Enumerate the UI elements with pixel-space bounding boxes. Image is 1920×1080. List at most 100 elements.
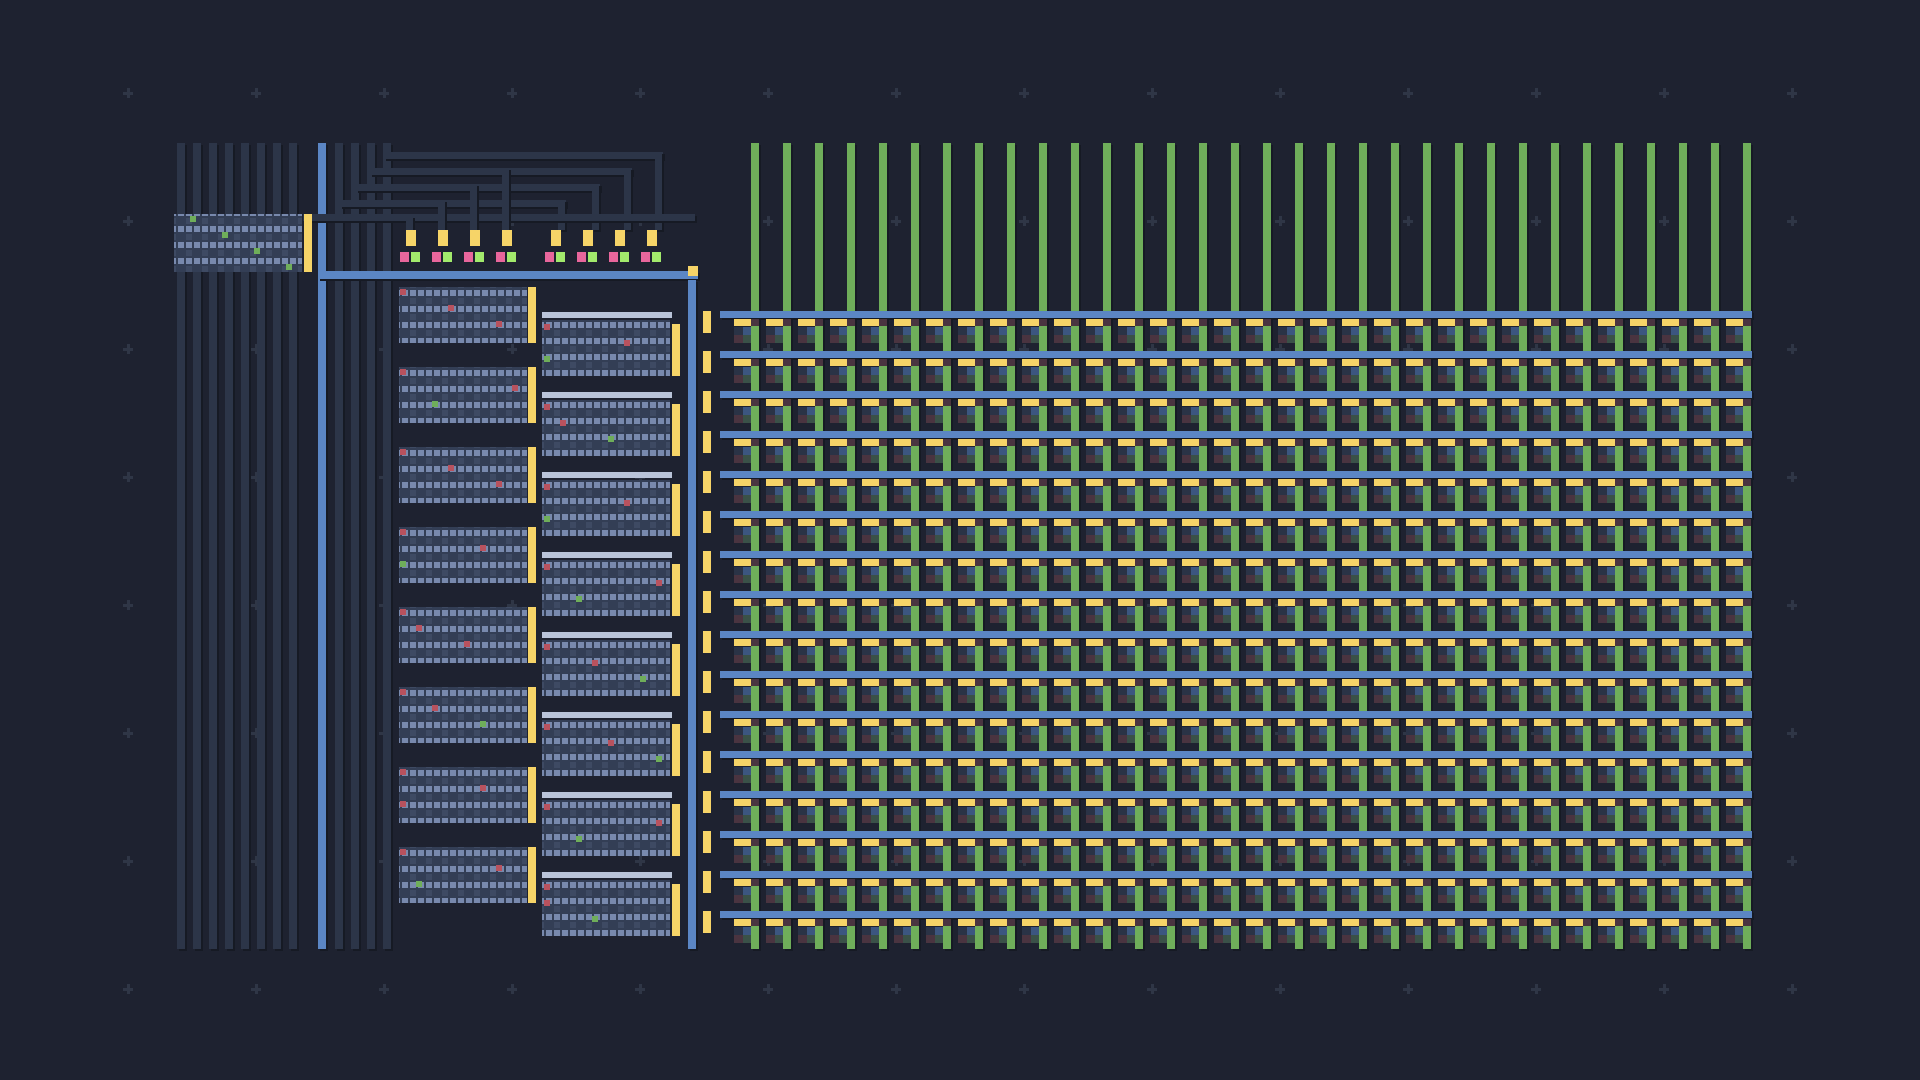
row-select-wire[interactable] [720, 631, 1752, 638]
data-column-wire[interactable] [879, 143, 887, 949]
memory-latch-b[interactable] [672, 564, 680, 616]
row-latch[interactable] [703, 671, 711, 693]
row-select-wire[interactable] [720, 431, 1752, 438]
row-select-wire[interactable] [720, 311, 1752, 318]
memory-block-a[interactable] [399, 527, 527, 583]
row-select-wire[interactable] [720, 671, 1752, 678]
row-select-wire[interactable] [720, 591, 1752, 598]
selector-switch[interactable] [583, 230, 593, 246]
row-latch[interactable] [703, 311, 711, 333]
row-latch[interactable] [703, 431, 711, 453]
routing-trunk[interactable] [303, 214, 695, 221]
bus-horizontal[interactable] [318, 271, 698, 279]
memory-latch-a[interactable] [528, 687, 536, 743]
data-column-wire[interactable] [1391, 143, 1399, 949]
data-column-wire[interactable] [751, 143, 759, 949]
row-latch[interactable] [703, 711, 711, 733]
selector-switch[interactable] [551, 230, 561, 246]
row-select-wire[interactable] [720, 911, 1752, 918]
address-wire[interactable] [367, 143, 375, 949]
routing-wire[interactable] [370, 168, 632, 175]
data-column-wire[interactable] [1487, 143, 1495, 949]
data-column-wire[interactable] [783, 143, 791, 949]
row-latch[interactable] [703, 551, 711, 573]
data-column-wire[interactable] [1583, 143, 1591, 949]
memory-latch-a[interactable] [528, 447, 536, 503]
row-select-wire[interactable] [720, 391, 1752, 398]
memory-latch-b[interactable] [672, 804, 680, 856]
row-latch[interactable] [703, 791, 711, 813]
memory-latch-b[interactable] [672, 404, 680, 456]
data-column-wire[interactable] [1071, 143, 1079, 949]
memory-block-a[interactable] [399, 367, 527, 423]
bus-vertical-left[interactable] [318, 143, 326, 949]
memory-block-a[interactable] [399, 847, 527, 903]
row-select-wire[interactable] [720, 831, 1752, 838]
row-select-wire[interactable] [720, 551, 1752, 558]
memory-block-a[interactable] [399, 287, 527, 343]
selector-switch[interactable] [615, 230, 625, 246]
row-select-wire[interactable] [720, 791, 1752, 798]
circuit-board[interactable] [0, 0, 1920, 1080]
routing-drop[interactable] [592, 184, 599, 230]
data-column-wire[interactable] [1679, 143, 1687, 949]
row-latch[interactable] [703, 511, 711, 533]
memory-latch-a[interactable] [528, 287, 536, 343]
data-column-wire[interactable] [1423, 143, 1431, 949]
row-select-wire[interactable] [720, 751, 1752, 758]
data-column-wire[interactable] [1711, 143, 1719, 949]
routing-drop[interactable] [406, 216, 413, 230]
data-column-wire[interactable] [1103, 143, 1111, 949]
data-column-wire[interactable] [1519, 143, 1527, 949]
register-latch[interactable] [304, 214, 312, 272]
memory-latch-b[interactable] [672, 724, 680, 776]
row-select-wire[interactable] [720, 511, 1752, 518]
data-column-wire[interactable] [1743, 143, 1751, 949]
data-column-wire[interactable] [1647, 143, 1655, 949]
row-latch[interactable] [703, 911, 711, 933]
selector-switch[interactable] [438, 230, 448, 246]
memory-block-b[interactable] [542, 640, 670, 696]
data-column-wire[interactable] [911, 143, 919, 949]
selector-switch[interactable] [647, 230, 657, 246]
memory-latch-a[interactable] [528, 847, 536, 903]
routing-drop[interactable] [470, 184, 477, 230]
data-column-wire[interactable] [1135, 143, 1143, 949]
address-wire[interactable] [335, 143, 343, 949]
data-column-wire[interactable] [1327, 143, 1335, 949]
memory-latch-a[interactable] [528, 767, 536, 823]
data-column-wire[interactable] [1455, 143, 1463, 949]
memory-block-b[interactable] [542, 720, 670, 776]
selector-switch[interactable] [470, 230, 480, 246]
row-latch[interactable] [703, 391, 711, 413]
data-column-wire[interactable] [1263, 143, 1271, 949]
memory-latch-b[interactable] [672, 884, 680, 936]
routing-wire[interactable] [384, 152, 663, 159]
data-column-wire[interactable] [1199, 143, 1207, 949]
memory-block-a[interactable] [399, 607, 527, 663]
memory-latch-b[interactable] [672, 644, 680, 696]
data-column-wire[interactable] [847, 143, 855, 949]
input-register[interactable] [174, 214, 302, 272]
data-column-wire[interactable] [1231, 143, 1239, 949]
memory-latch-a[interactable] [528, 367, 536, 423]
row-select-wire[interactable] [720, 711, 1752, 718]
routing-drop[interactable] [438, 200, 445, 230]
selector-switch[interactable] [406, 230, 416, 246]
row-select-wire[interactable] [720, 351, 1752, 358]
memory-block-a[interactable] [399, 767, 527, 823]
routing-wire[interactable] [340, 200, 566, 207]
row-latch[interactable] [703, 831, 711, 853]
data-column-wire[interactable] [1039, 143, 1047, 949]
routing-drop[interactable] [502, 168, 509, 230]
row-latch[interactable] [703, 351, 711, 373]
row-latch[interactable] [703, 871, 711, 893]
data-column-wire[interactable] [1615, 143, 1623, 949]
row-select-wire[interactable] [720, 871, 1752, 878]
data-column-wire[interactable] [1295, 143, 1303, 949]
memory-latch-a[interactable] [528, 607, 536, 663]
data-column-wire[interactable] [1359, 143, 1367, 949]
data-column-wire[interactable] [1551, 143, 1559, 949]
row-latch[interactable] [703, 471, 711, 493]
address-wire[interactable] [383, 143, 391, 949]
